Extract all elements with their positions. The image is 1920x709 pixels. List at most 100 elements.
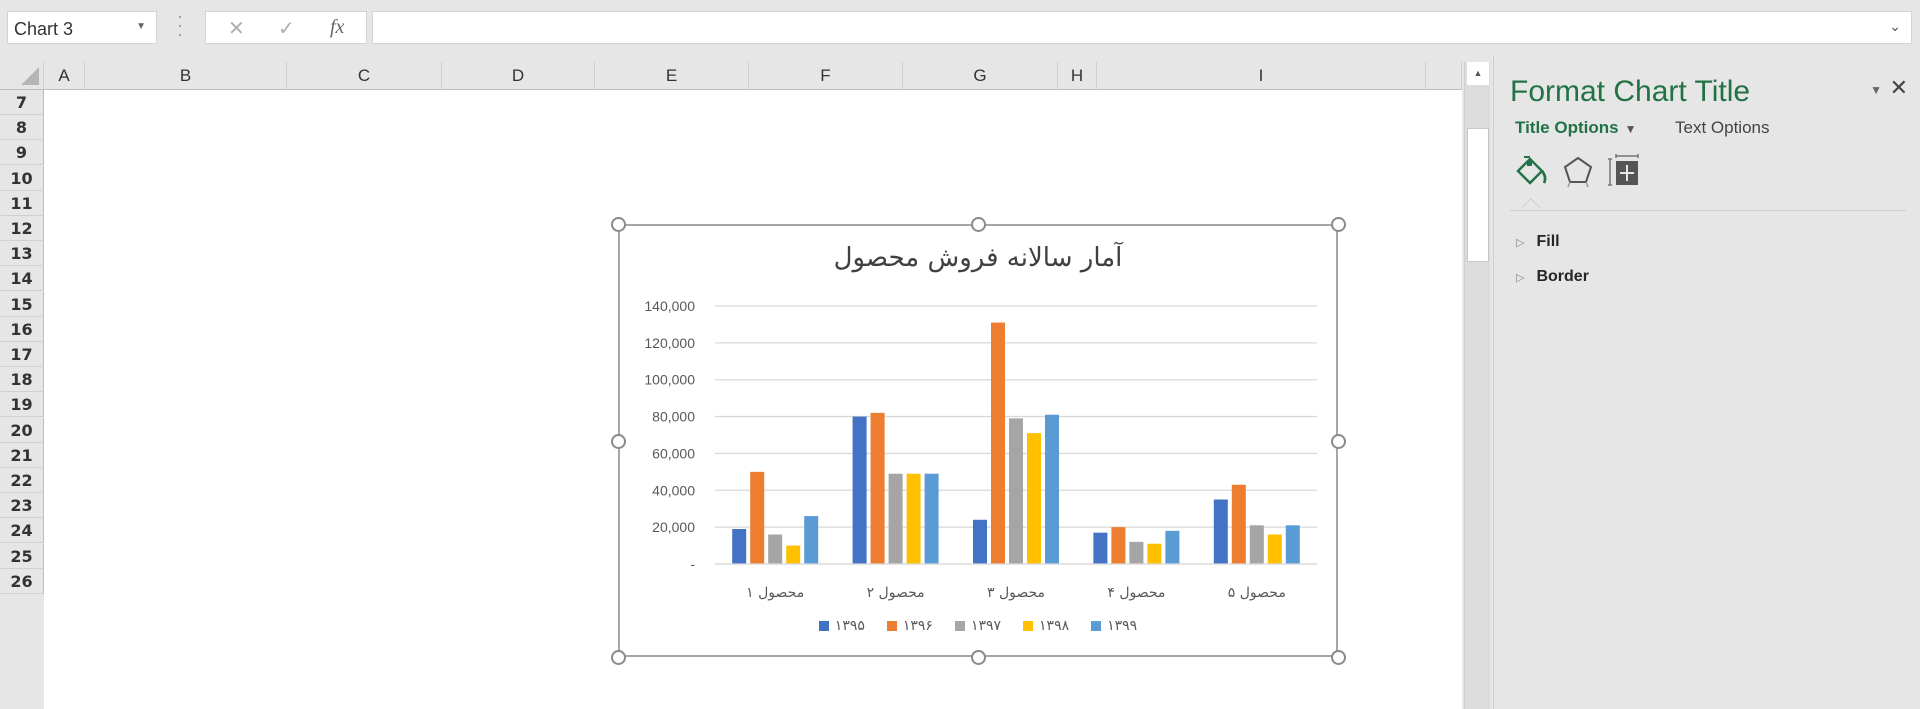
name-box[interactable]: Chart 3 ▼ [7,11,157,44]
resize-handle-top[interactable] [971,217,986,232]
select-all-button[interactable] [0,62,44,90]
bar-3-2[interactable] [991,322,1005,564]
row-header-17[interactable]: 17 [0,342,44,367]
row-header-18[interactable]: 18 [0,367,44,393]
row-header-14[interactable]: 14 [0,266,44,292]
caret-down-icon[interactable]: ▼ [1625,122,1637,136]
bar-2-4[interactable] [906,473,921,564]
row-header-20[interactable]: 20 [0,417,44,443]
chart-plot-area: - 20,000 40,000 60,000 80,000 100,000 120,000 1… [644,298,1317,601]
row-header-16[interactable]: 16 [0,316,44,342]
tab-title-options[interactable]: Title Options ▼ [1515,118,1636,138]
bar-3-1[interactable] [973,519,987,564]
section-fill[interactable]: ▷ Fill [1516,233,1560,251]
bar-2-1[interactable] [852,416,867,564]
row-header-26[interactable]: 26 [0,568,44,594]
bar-5-5[interactable] [1285,525,1300,564]
effects-icon[interactable] [1560,153,1596,189]
name-box-dropdown-icon[interactable]: ▼ [136,21,146,32]
cancel-icon[interactable]: ✕ [228,16,245,41]
bar-3-5[interactable] [1045,414,1059,564]
row-header-23[interactable]: 23 [0,493,44,519]
column-header-a[interactable]: A [44,62,85,90]
bar-2-5[interactable] [924,473,939,564]
legend-item[interactable]: ۱۳۹۵ [818,618,865,634]
bar-4-2[interactable] [1111,527,1126,564]
row-header-8[interactable]: 8 [0,115,44,141]
legend-item[interactable]: ۱۳۹۸ [1023,618,1069,634]
x-category-label: محصول ۴ [1107,585,1165,601]
resize-handle-bottom-right[interactable] [1331,650,1346,665]
enter-icon[interactable]: ✓ [278,16,295,41]
column-header-d[interactable]: D [442,62,595,90]
formula-buttons: ✕ ✓ fx [205,11,367,44]
tab-text-options[interactable]: Text Options [1675,118,1770,138]
bar-4-1[interactable] [1093,532,1108,564]
resize-handle-right[interactable] [1331,433,1346,449]
column-header-b[interactable]: B [85,62,287,90]
resize-handle-left[interactable] [611,433,626,449]
bar-4-4[interactable] [1147,543,1162,564]
x-category-label: محصول ۵ [1228,585,1286,601]
column-header-g[interactable]: G [903,62,1058,90]
formula-input[interactable]: ⌄ [372,11,1912,44]
bar-5-1[interactable] [1213,499,1228,565]
row-header-13[interactable]: 13 [0,241,44,267]
bar-5-3[interactable] [1249,525,1264,564]
column-header-partial[interactable] [1426,62,1462,90]
column-header-h[interactable]: H [1058,62,1097,90]
bar-1-3[interactable] [768,534,783,564]
name-box-value: Chart 3 [14,19,74,39]
row-header-9[interactable]: 9 [0,140,44,166]
section-border[interactable]: ▷ Border [1516,268,1589,286]
bar-2-2[interactable] [870,412,885,564]
legend-item[interactable]: ۱۳۹۶ [886,618,933,634]
column-header-c[interactable]: C [287,62,442,90]
expand-triangle-icon: ▷ [1516,237,1525,249]
row-header-11[interactable]: 11 [0,190,44,216]
bar-1-1[interactable] [732,528,747,564]
resize-handle-bottom-left[interactable] [611,650,626,665]
row-header-19[interactable]: 19 [0,392,44,418]
row-header-10[interactable]: 10 [0,165,44,191]
size-properties-icon[interactable] [1606,153,1642,189]
legend-swatch [818,621,829,631]
bar-4-3[interactable] [1129,541,1144,564]
bar-3-3[interactable] [1009,418,1023,564]
bar-1-4[interactable] [786,545,801,564]
chevron-down-icon[interactable]: ⌄ [1889,18,1901,35]
bar-3-4[interactable] [1027,433,1041,564]
vertical-scrollbar[interactable]: ▲ [1464,62,1490,709]
fill-line-icon[interactable] [1514,153,1550,189]
y-tick-label: - [690,556,695,572]
insert-function-icon[interactable]: fx [330,16,344,39]
row-header-12[interactable]: 12 [0,216,44,241]
scrollbar-thumb[interactable] [1467,128,1489,262]
row-header-25[interactable]: 25 [0,543,44,569]
row-header-21[interactable]: 21 [0,442,44,468]
bar-4-5[interactable] [1165,530,1180,564]
column-header-e[interactable]: E [595,62,749,90]
close-icon[interactable]: ✕ [1890,75,1908,101]
legend-item[interactable]: ۱۳۹۷ [954,618,1001,634]
formula-bar-grip-icon[interactable]: · · · [176,7,184,43]
bar-2-3[interactable] [888,473,903,564]
scroll-up-arrow-icon[interactable]: ▲ [1467,62,1489,85]
legend-item[interactable]: ۱۳۹۹ [1091,618,1137,634]
row-header-24[interactable]: 24 [0,518,44,544]
column-header-f[interactable]: F [749,62,903,90]
chart[interactable]: آمار سالانه فروش محصول -20,000 40,000 60,0… [618,224,1338,657]
bar-1-5[interactable] [804,516,819,564]
pane-options-dropdown-icon[interactable]: ▼ [1870,83,1882,97]
chart-legend[interactable]: ۱۳۹۵ ۱۳۹۶ ۱۳۹۷ ۱۳۹۸ ۱۳۹۹ [620,618,1336,634]
row-header-7[interactable]: 7 [0,90,44,115]
row-header-22[interactable]: 22 [0,468,44,493]
resize-handle-top-left[interactable] [611,217,626,232]
row-header-15[interactable]: 15 [0,291,44,317]
bar-5-4[interactable] [1267,534,1282,564]
column-header-i[interactable]: I [1097,62,1426,90]
resize-handle-top-right[interactable] [1331,217,1346,232]
resize-handle-bottom[interactable] [971,650,986,665]
bar-1-2[interactable] [750,471,765,564]
bar-5-2[interactable] [1231,484,1246,564]
